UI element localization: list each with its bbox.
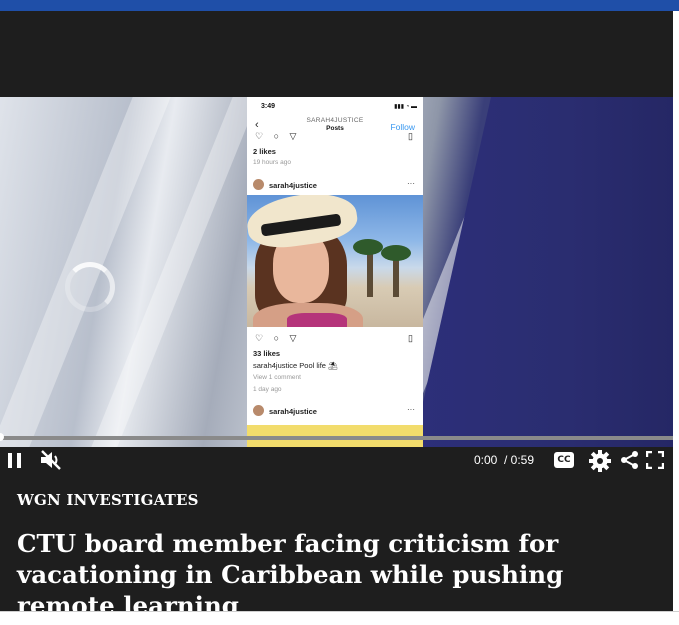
video-frame[interactable]: 3:49 ▮▮▮ ◔ ▬ ‹ SARAH4JUSTICE Posts Follo… [0,97,673,447]
palm-tree [353,239,383,255]
duration: / 0:59 [504,453,535,467]
view-comments: View 1 comment [253,374,301,381]
avatar [253,179,264,190]
player-controls: 0:00 / 0:59 CC [0,441,673,477]
progress-bar[interactable] [0,436,673,440]
caption: sarah4justice Pool life ⛱ [253,361,338,370]
swimsuit [287,313,347,327]
section-kicker[interactable]: WGN INVESTIGATES [17,491,199,509]
more-options-icon: ··· [407,405,415,414]
bookmark-icon: ▯ [408,131,417,141]
prev-timestamp: 19 hours ago [253,159,291,166]
post-timestamp: 1 day ago [253,386,282,393]
like-comment-share-icons: ♡ ○ ▽ [255,333,301,343]
likes-count: 33 likes [253,349,281,358]
pause-icon[interactable] [8,453,22,468]
action-icons-prev: ♡ ○ ▽ [255,131,301,141]
caption-text: Pool life ⛱ [299,361,338,370]
muted-volume-icon[interactable] [38,449,64,471]
page-edge [673,11,679,611]
post-photo [247,195,423,327]
closed-captions-button[interactable]: CC [554,452,574,468]
top-nav-bar [0,0,679,11]
fullscreen-icon[interactable] [646,451,664,469]
bookmark-icon: ▯ [408,333,417,343]
more-options-icon: ··· [407,179,415,188]
bottom-banner [0,611,679,625]
next-poster-username: sarah4justice [269,407,317,416]
share-icon[interactable] [620,450,640,470]
prev-likes: 2 likes [253,147,276,156]
caption-user: sarah4justice [253,361,298,370]
article-headline[interactable]: CTU board member facing criticism for va… [17,528,657,621]
palm-tree [381,245,411,261]
poster-username: sarah4justice [269,181,317,190]
signal-battery-icon: ▮▮▮ ◔ ▬ [394,104,417,110]
current-time: 0:00 [474,453,498,467]
avatar [253,405,264,416]
settings-gear-icon[interactable] [588,449,612,473]
instagram-screenshot: 3:49 ▮▮▮ ◔ ▬ ‹ SARAH4JUSTICE Posts Follo… [247,97,423,447]
phone-clock: 3:49 [261,103,276,110]
loading-spinner-icon [65,262,115,312]
